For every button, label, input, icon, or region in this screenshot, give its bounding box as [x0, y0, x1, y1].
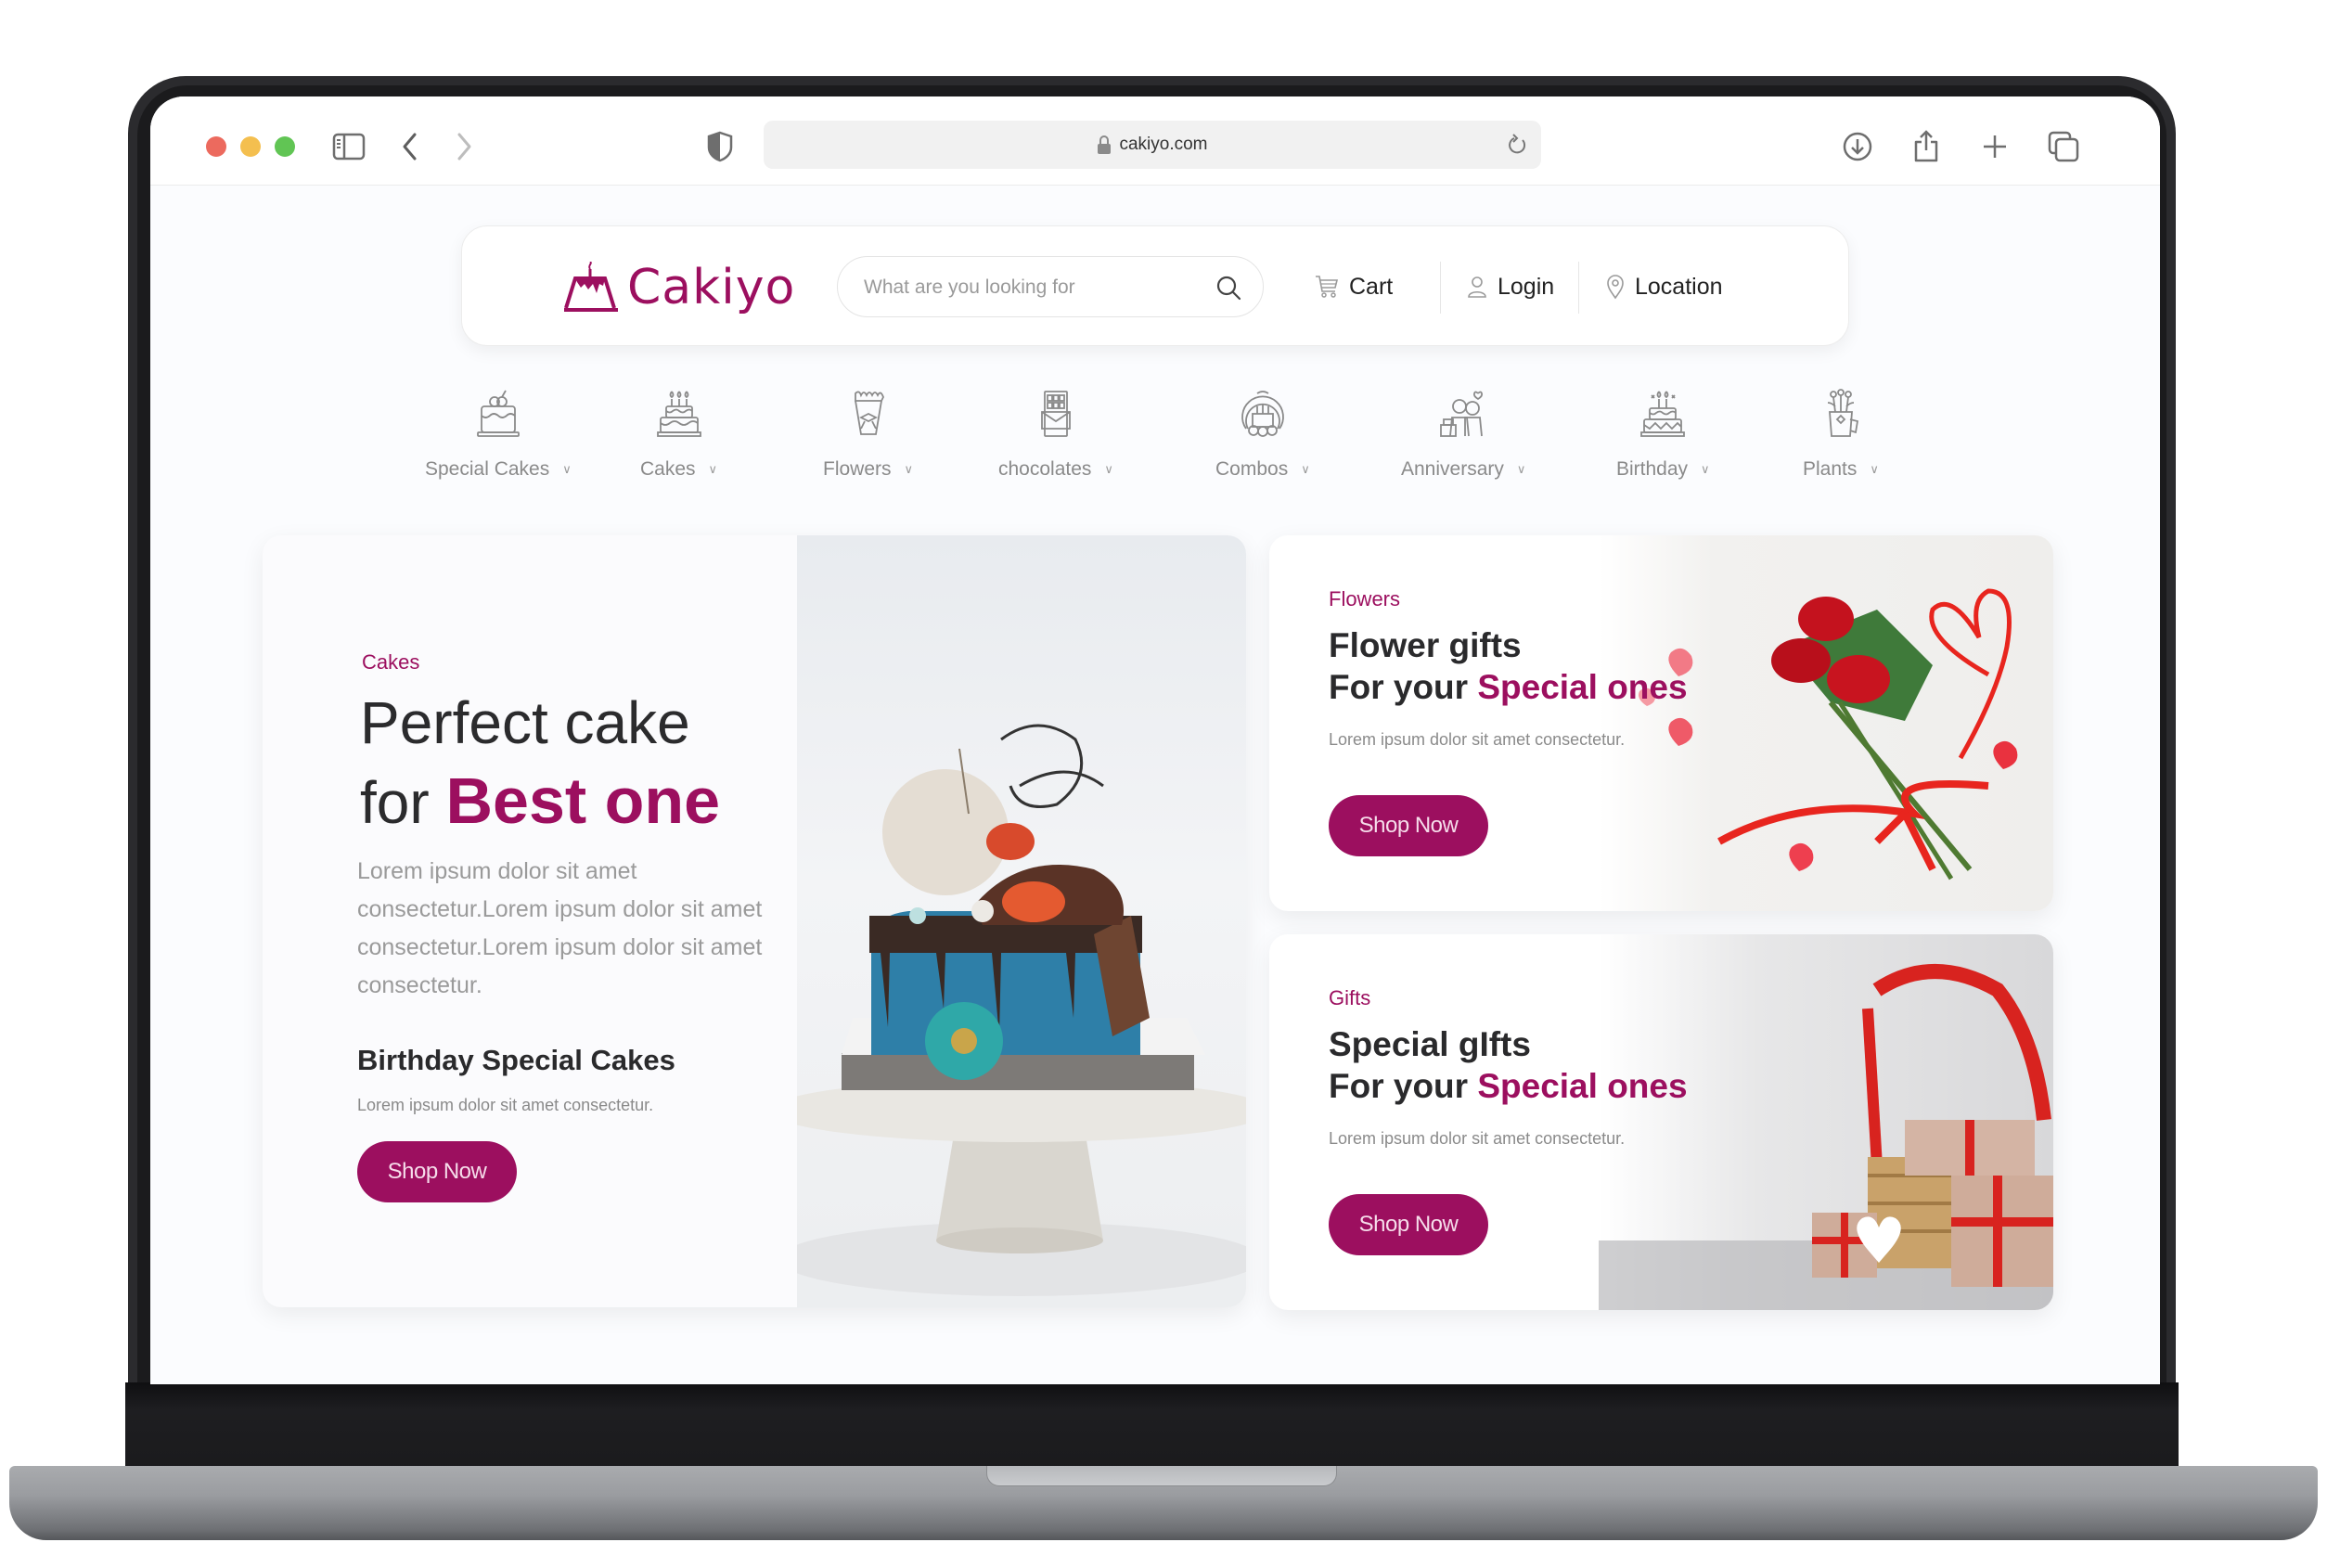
sidebar-icon[interactable]: [330, 128, 367, 165]
search-field: [837, 256, 1264, 317]
category-special-cakes[interactable]: Special Cakes ∨: [425, 386, 572, 481]
promo-title-accent: Special ones: [1477, 668, 1688, 706]
chevron-down-icon: ∨: [562, 462, 572, 476]
cake-logo-icon: [564, 262, 618, 312]
promo-card-gifts: Gifts Special gIfts For your Special one…: [1269, 934, 2053, 1310]
nav-divider: [1440, 262, 1441, 314]
site-header: Cakiyo Cart Login Location: [461, 225, 1849, 346]
category-label: Anniversary: [1401, 458, 1504, 480]
cart-label: Cart: [1349, 273, 1394, 300]
category-flowers[interactable]: Flowers ∨: [823, 386, 913, 481]
reload-icon[interactable]: [1506, 133, 1528, 161]
browser-toolbar: cakiyo.com: [150, 96, 2160, 186]
address-bar[interactable]: cakiyo.com: [764, 121, 1541, 169]
location-link[interactable]: Location: [1605, 262, 1723, 312]
chevron-down-icon: ∨: [708, 462, 718, 476]
promo-title-prefix: For your: [1329, 668, 1469, 706]
tabs-overview-icon[interactable]: [2045, 128, 2082, 165]
bouquet-icon: [841, 386, 896, 442]
location-pin-icon: [1605, 274, 1626, 300]
brand-logo[interactable]: Cakiyo: [562, 260, 795, 315]
category-label: Birthday: [1616, 458, 1689, 480]
promo-title-accent: Special ones: [1477, 1067, 1688, 1105]
promo-eyebrow: Gifts: [1329, 986, 1371, 1009]
hero-card: Cakes Perfect cake for Best one Lorem ip…: [263, 535, 1246, 1307]
category-plants[interactable]: Plants ∨: [1803, 386, 1879, 481]
category-label: Plants: [1803, 458, 1858, 480]
category-label: Special Cakes: [425, 458, 550, 480]
category-label: chocolates: [998, 458, 1092, 480]
couple-icon: [1435, 386, 1491, 442]
chevron-down-icon: ∨: [1701, 462, 1710, 476]
birthday-cake-photo: [769, 535, 1246, 1307]
roses-bouquet-photo: [1599, 535, 2053, 911]
hero-description: Lorem ipsum dolor sit amet consectetur.L…: [357, 858, 763, 998]
laptop-notch: [986, 1466, 1337, 1486]
promo-title-line1: Special gIfts: [1329, 1025, 1531, 1063]
hero-shop-now-button[interactable]: Shop Now: [357, 1141, 517, 1202]
url-text: cakiyo.com: [1119, 135, 1208, 154]
login-link[interactable]: Login: [1466, 262, 1554, 312]
promo-description: Lorem ipsum dolor sit amet consectetur.: [1329, 730, 1626, 749]
lock-icon: [1098, 135, 1112, 154]
combo-wreath-icon: [1235, 386, 1291, 442]
hero-sub-description: Lorem ipsum dolor sit amet consectetur.: [357, 1096, 654, 1114]
chevron-down-icon: ∨: [1104, 462, 1113, 476]
laptop-chin: [125, 1382, 2179, 1475]
chevron-down-icon: ∨: [904, 462, 914, 476]
hero-title-prefix: for: [360, 769, 430, 836]
chevron-right-icon[interactable]: [445, 128, 482, 165]
shield-icon[interactable]: [701, 128, 739, 165]
cart-icon: [1314, 274, 1340, 300]
minimize-window-button[interactable]: [240, 136, 261, 157]
gift-basket-photo: [1599, 934, 2053, 1310]
cake-icon: [651, 386, 707, 442]
location-label: Location: [1635, 273, 1723, 300]
search-icon[interactable]: [1215, 274, 1242, 302]
chevron-down-icon: ∨: [1870, 462, 1879, 476]
category-cakes[interactable]: Cakes ∨: [640, 386, 717, 481]
chocolate-bar-icon: [1028, 386, 1084, 442]
category-birthday[interactable]: Birthday ∨: [1616, 386, 1710, 481]
close-window-button[interactable]: [206, 136, 226, 157]
hero-title-line1: Perfect cake: [360, 689, 690, 756]
promo-card-flowers: Flowers Flower gifts For your Special on…: [1269, 535, 2053, 911]
download-icon[interactable]: [1839, 128, 1876, 165]
chevron-down-icon: ∨: [1301, 462, 1310, 476]
promo-eyebrow: Flowers: [1329, 587, 1401, 610]
chevron-down-icon: ∨: [1516, 462, 1526, 476]
flowers-shop-now-button[interactable]: Shop Now: [1329, 795, 1488, 856]
maximize-window-button[interactable]: [275, 136, 295, 157]
category-chocolates[interactable]: chocolates ∨: [998, 386, 1113, 481]
hero-title: Perfect cake for Best one: [360, 684, 720, 842]
category-label: Flowers: [823, 458, 892, 480]
category-anniversary[interactable]: Anniversary ∨: [1401, 386, 1525, 481]
category-label: Combos: [1215, 458, 1289, 480]
plant-icon: [1813, 386, 1869, 442]
nav-divider: [1578, 262, 1579, 314]
hero-subtitle: Birthday Special Cakes: [357, 1044, 675, 1076]
share-icon[interactable]: [1908, 128, 1945, 165]
promo-title-prefix: For your: [1329, 1067, 1469, 1105]
cart-link[interactable]: Cart: [1314, 262, 1393, 312]
hero-eyebrow: Cakes: [362, 650, 420, 674]
promo-title: Special gIfts For your Special ones: [1329, 1023, 1688, 1107]
brand-name: Cakiyo: [627, 260, 796, 315]
browser-window: cakiyo.com Cakiyo What are you looking f…: [150, 96, 2160, 1384]
chevron-left-icon[interactable]: [392, 128, 429, 165]
user-icon: [1466, 275, 1488, 299]
category-label: Cakes: [640, 458, 696, 480]
birthday-cake-icon: [1635, 386, 1691, 442]
search-input[interactable]: [864, 274, 1216, 302]
login-label: Login: [1498, 273, 1555, 300]
promo-title-line1: Flower gifts: [1329, 626, 1522, 664]
promo-description: Lorem ipsum dolor sit amet consectetur.: [1329, 1129, 1626, 1148]
plus-icon[interactable]: [1976, 128, 2013, 165]
category-nav: Special Cakes ∨ Cakes ∨ Flowers ∨ chocolate…: [150, 386, 2160, 497]
gifts-shop-now-button[interactable]: Shop Now: [1329, 1194, 1488, 1255]
category-combos[interactable]: Combos ∨: [1215, 386, 1310, 481]
special-cake-icon: [470, 386, 526, 442]
promo-title: Flower gifts For your Special ones: [1329, 624, 1688, 708]
hero-title-accent: Best one: [445, 765, 721, 837]
